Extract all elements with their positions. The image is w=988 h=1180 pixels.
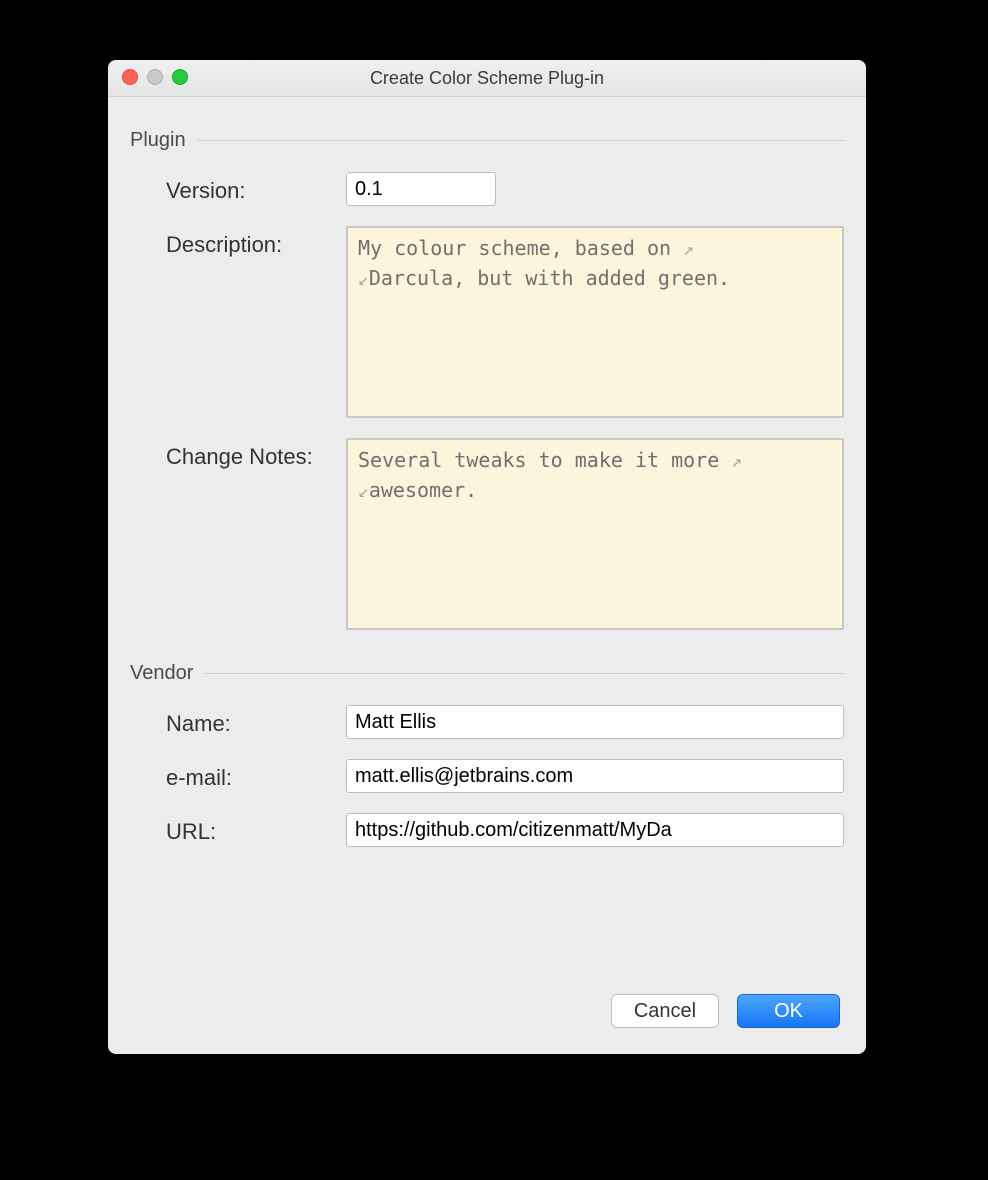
vendor-form: Name: e-mail: URL: bbox=[166, 705, 844, 847]
vendor-name-input[interactable] bbox=[346, 705, 844, 739]
section-header-plugin: Plugin bbox=[130, 129, 844, 152]
change-notes-text-line1: Several tweaks to make it more bbox=[358, 448, 731, 472]
vendor-email-input[interactable] bbox=[346, 759, 844, 793]
field-change-notes: Change Notes: Several tweaks to make it … bbox=[166, 438, 844, 630]
plugin-form: Version: Description: My colour scheme, … bbox=[166, 172, 844, 630]
vendor-email-label: e-mail: bbox=[166, 759, 346, 791]
field-version: Version: bbox=[166, 172, 844, 206]
section-label: Vendor bbox=[130, 662, 193, 685]
soft-wrap-icon: ↙ bbox=[358, 481, 369, 502]
dialog-window: Create Color Scheme Plug-in Plugin Versi… bbox=[108, 60, 866, 1054]
cancel-button[interactable]: Cancel bbox=[611, 994, 719, 1028]
description-text-line1: My colour scheme, based on bbox=[358, 236, 683, 260]
change-notes-text-line2: awesomer. bbox=[369, 478, 477, 502]
soft-wrap-icon: ↗ bbox=[731, 451, 742, 472]
dialog-buttons: Cancel OK bbox=[611, 994, 840, 1028]
description-text-line2: Darcula, but with added green. bbox=[369, 266, 730, 290]
description-textarea[interactable]: My colour scheme, based on ↗ ↙Darcula, b… bbox=[346, 226, 844, 418]
field-vendor-email: e-mail: bbox=[166, 759, 844, 793]
version-input[interactable] bbox=[346, 172, 496, 206]
field-vendor-url: URL: bbox=[166, 813, 844, 847]
vendor-url-input[interactable] bbox=[346, 813, 844, 847]
field-vendor-name: Name: bbox=[166, 705, 844, 739]
window-title: Create Color Scheme Plug-in bbox=[108, 60, 866, 96]
section-label: Plugin bbox=[130, 129, 186, 152]
dialog-body: Plugin Version: Description: My colour s… bbox=[108, 97, 866, 847]
divider bbox=[205, 673, 844, 674]
soft-wrap-icon: ↗ bbox=[683, 239, 694, 260]
titlebar: Create Color Scheme Plug-in bbox=[108, 60, 866, 97]
vendor-name-label: Name: bbox=[166, 705, 346, 737]
ok-button[interactable]: OK bbox=[737, 994, 840, 1028]
divider bbox=[198, 140, 844, 141]
version-label: Version: bbox=[166, 172, 346, 204]
field-description: Description: My colour scheme, based on … bbox=[166, 226, 844, 418]
section-header-vendor: Vendor bbox=[130, 662, 844, 685]
soft-wrap-icon: ↙ bbox=[358, 269, 369, 290]
change-notes-textarea[interactable]: Several tweaks to make it more ↗ ↙awesom… bbox=[346, 438, 844, 630]
vendor-url-label: URL: bbox=[166, 813, 346, 845]
description-label: Description: bbox=[166, 226, 346, 258]
change-notes-label: Change Notes: bbox=[166, 438, 346, 470]
